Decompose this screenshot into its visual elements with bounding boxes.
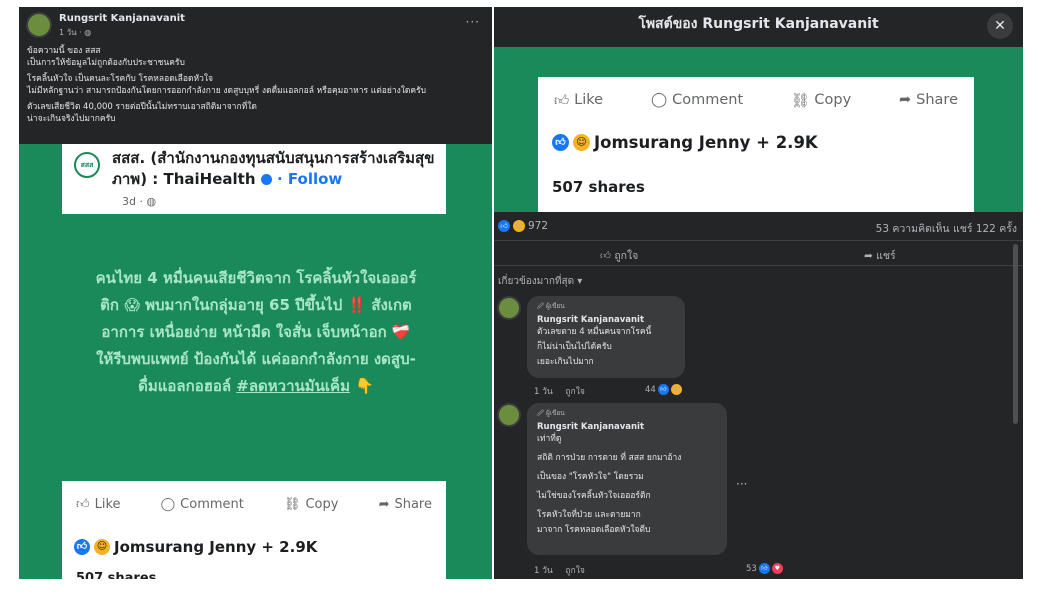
copy-button[interactable]: ⛓ Copy [791, 91, 851, 109]
comment-item: 🖉 ผู้เขียน Rungsrit Kanjanavanit เท่าที่… [494, 403, 1023, 576]
shares-count[interactable]: 507 shares [76, 571, 156, 579]
reactions-summary[interactable]: 👍︎ ☺ Jomsurang Jenny + 2.9K [552, 133, 818, 152]
shared-date: 3d · [122, 195, 147, 208]
link-icon: ⛓ [283, 497, 301, 512]
org-name[interactable]: สสส. (สำนักงานกองทุนสนับสนุนการสร้างเสริ… [112, 149, 434, 188]
care-reaction-icon: ☺ [670, 384, 682, 395]
dialog-title: โพสต์ของ Rungsrit Kanjanavanit [494, 7, 1023, 47]
like-reaction-icon: 👍︎ [74, 539, 90, 555]
comment-line: มาจาก โรคหลอดเลือดหัวใจตีบ [537, 525, 651, 535]
like-reaction-icon: 👍︎ [657, 384, 669, 395]
comment-bubble: 🖉 ผู้เขียน Rungsrit Kanjanavanit ตัวเลขต… [527, 296, 685, 378]
author-badge: 🖉 ผู้เขียน [537, 302, 565, 310]
comment-button[interactable]: ◯ Comment [651, 91, 743, 109]
comment-line: สถิติ การป่วย การตาย ที่ สสส ยกมาอ้าง [537, 453, 682, 463]
like-reaction-icon: 👍︎ [758, 563, 770, 574]
comment-reaction-count[interactable]: 44 👍︎ ☺ [645, 384, 682, 395]
commenter-avatar[interactable] [497, 403, 521, 427]
author-badge: 🖉 ผู้เขียน [537, 409, 565, 417]
like-button[interactable]: 👍︎ Like [554, 91, 603, 109]
share-icon: ➦ [899, 92, 912, 108]
like-button[interactable]: 👍︎ Like [76, 497, 121, 512]
post-line: ตัวเลขเสียชีวิต 40,000 รายต่อปีนั้นไม่ทร… [27, 102, 257, 112]
shared-post-text: คนไทย 4 หมื่นคนเสียชีวิตจาก โรคลิ้นหัวใจ… [95, 269, 417, 395]
thaihealth-logo[interactable]: สสส [74, 152, 100, 178]
like-reaction-icon: 👍︎ [552, 134, 569, 151]
post-line: น่าจะเกินจริงไปมากครับ [27, 114, 116, 124]
comment-more-icon[interactable]: ··· [736, 477, 747, 491]
comment-like-button[interactable]: ถูกใจ [565, 387, 584, 397]
thumbs-up-icon: 👍︎ [600, 250, 615, 262]
post-line: เป็นการให้ข้อมูลไม่ถูกต้องกับประชาชนครับ [27, 58, 185, 68]
globe-icon: ◍ [146, 195, 157, 208]
author-avatar[interactable] [26, 12, 52, 38]
shares-count[interactable]: 507 shares [552, 178, 645, 196]
reactions-summary[interactable]: 👍︎ ☺ Jomsurang Jenny + 2.9K [74, 538, 317, 556]
reaction-count[interactable]: 👍︎ ☺ 972 [498, 220, 548, 232]
shared-post-actions-card: 👍︎ Like ◯ Comment ⛓ Copy ➦ Share 👍︎ ☺ Jomsura… [62, 481, 446, 579]
post-line: โรคลิ้นหัวใจ เป็นคนละโรคกับ โรคหลอดเลือด… [27, 74, 213, 84]
post-time: 1 วัน · [59, 28, 85, 37]
share-icon: ➦ [864, 250, 877, 262]
comment-button[interactable]: ◯ Comment [161, 497, 244, 512]
like-reaction-icon: 👍︎ [498, 220, 510, 232]
comment-sort-dropdown[interactable]: เกี่ยวข้องมากที่สุด ▾ [498, 274, 582, 289]
verified-icon [260, 174, 272, 185]
commenter-avatar[interactable] [497, 296, 521, 320]
comment-line: ไม่ใช่ของโรคลิ้นหัวใจเอออร์ติก [537, 491, 651, 501]
scrollbar[interactable] [1013, 244, 1018, 424]
comment-line: โรคหัวใจที่ป่วย และตายมาก [537, 510, 641, 520]
care-reaction-icon: ☺ [513, 220, 525, 232]
shared-post-actions-card: 👍︎ Like ◯ Comment ⛓ Copy ➦ Share 👍︎ ☺ Jomsura… [538, 77, 974, 212]
comment-time: 1 วัน [534, 566, 553, 576]
copy-button[interactable]: ⛓ Copy [284, 497, 339, 512]
post-action-bar: 👍︎ ถูกใจ ➦ แชร์ [494, 240, 1023, 266]
thumbs-up-icon: 👍︎ [76, 497, 90, 512]
post-stats: 👍︎ ☺ 972 53 ความคิดเห็น แชร์ 122 ครั้ง [494, 212, 1023, 240]
comment-icon: ◯ [160, 497, 176, 512]
share-button[interactable]: ➦ แชร์ [864, 247, 896, 264]
post-header: Rungsrit Kanjanavanit 1 วัน · ◍ ··· ข้อค… [19, 7, 492, 144]
care-reaction-icon: ☺ [94, 539, 110, 555]
comment-bubble: 🖉 ผู้เขียน Rungsrit Kanjanavanit เท่าที่… [527, 403, 727, 555]
care-reaction-icon: ☺ [573, 134, 590, 151]
comment-line: เยอะเกินไปมาก [537, 357, 594, 367]
follow-button[interactable]: · Follow [277, 170, 342, 188]
comment-icon: ◯ [650, 92, 668, 108]
comments-shares-count[interactable]: 53 ความคิดเห็น แชร์ 122 ครั้ง [876, 220, 1017, 237]
share-button[interactable]: ➦ Share [379, 497, 432, 512]
comment-line: เท่าที่ดู [537, 434, 562, 444]
right-post-screenshot: โพสต์ของ Rungsrit Kanjanavanit ✕ 👍︎ Like … [494, 7, 1023, 579]
commenter-name[interactable]: Rungsrit Kanjanavanit [537, 315, 675, 325]
comment-item: 🖉 ผู้เขียน Rungsrit Kanjanavanit ตัวเลขต… [494, 296, 1023, 397]
comment-line: ตัวเลขตาย 4 หมื่นคนจากโรคนี้ [537, 327, 652, 337]
comment-time: 1 วัน [534, 387, 553, 397]
globe-icon: ◍ [84, 28, 92, 37]
share-icon: ➦ [378, 497, 390, 512]
love-reaction-icon: ♥ [771, 563, 783, 574]
comment-line: เป็นของ "โรคหัวใจ" โดยรวม [537, 472, 644, 482]
link-icon: ⛓ [790, 92, 810, 109]
share-button[interactable]: ➦ Share [899, 91, 958, 109]
post-image-area: 👍︎ Like ◯ Comment ⛓ Copy ➦ Share 👍︎ ☺ Jomsura… [494, 47, 1023, 212]
post-line: ไม่มีหลักฐานว่า สามารถป้องกันโดยการออกกำ… [27, 86, 427, 96]
comment-reaction-count[interactable]: 53 👍︎ ♥ [746, 563, 783, 574]
post-line: ข้อความนี้ ของ สสส [27, 46, 101, 56]
post-body: ข้อความนี้ ของ สสสเป็นการให้ข้อมูลไม่ถูก… [27, 45, 487, 129]
commenter-name[interactable]: Rungsrit Kanjanavanit [537, 422, 717, 432]
comment-like-button[interactable]: ถูกใจ [565, 566, 584, 576]
left-post-screenshot: Rungsrit Kanjanavanit 1 วัน · ◍ ··· ข้อค… [19, 7, 492, 579]
shared-post-header: สสส สสส. (สำนักงานกองทุนสนับสนุนการสร้าง… [62, 144, 446, 214]
author-name[interactable]: Rungsrit Kanjanavanit [59, 13, 185, 24]
thumbs-up-icon: 👍︎ [554, 93, 570, 109]
comment-line: ก็ไม่น่าเป็นไปได้ครับ [537, 342, 612, 352]
like-button[interactable]: 👍︎ ถูกใจ [600, 247, 638, 264]
hashtag-link[interactable]: #ลดหวานมันเค็ม [236, 377, 350, 395]
more-options-icon[interactable]: ··· [466, 15, 480, 29]
close-icon[interactable]: ✕ [987, 13, 1013, 39]
